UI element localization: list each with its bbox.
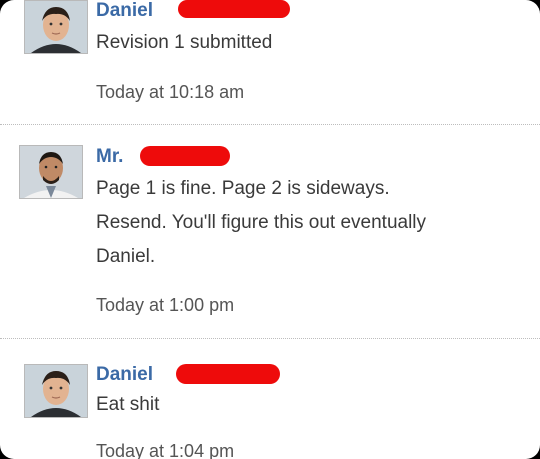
redacted-surname	[176, 364, 280, 384]
comment-post: Daniel Eat shit Today at 1:04 pm	[0, 0, 540, 459]
timestamp: Today at 1:04 pm	[96, 441, 235, 459]
student-avatar[interactable]	[24, 364, 88, 418]
message-text: Eat shit	[96, 394, 160, 415]
comment-thread: Daniel Revision 1 submitted Today at 10:…	[0, 0, 540, 459]
author-name[interactable]: Daniel	[96, 364, 153, 386]
student-photo	[25, 365, 87, 417]
